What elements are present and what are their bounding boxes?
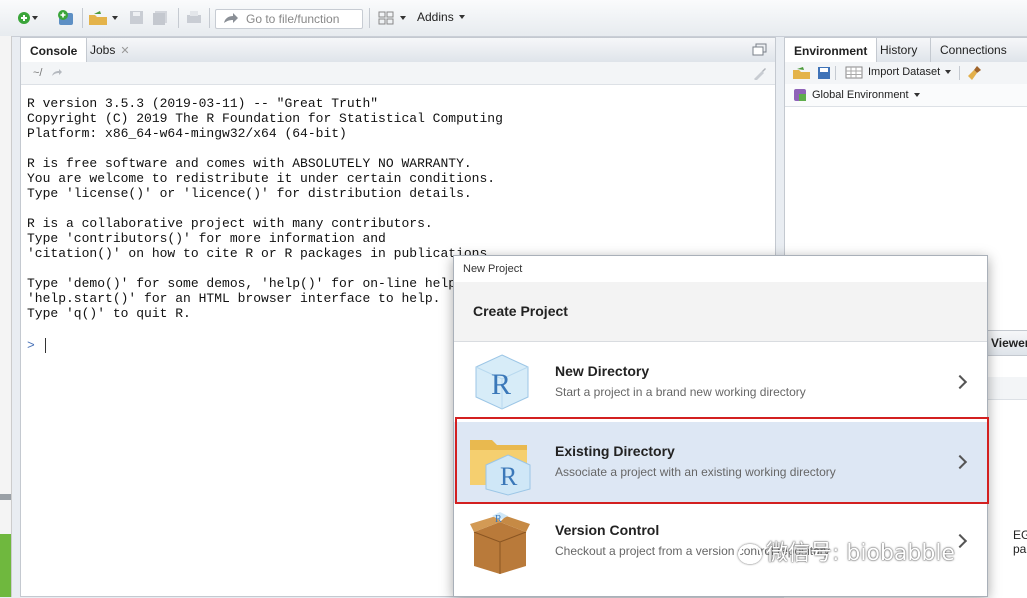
console-prompt: >: [27, 338, 35, 353]
console-output[interactable]: R version 3.5.3 (2019-03-11) -- "Great T…: [27, 96, 503, 321]
tab-jobs[interactable]: Jobs ✕: [81, 38, 139, 62]
console-line: Platform: x86_64-w64-mingw32/x64 (64-bit…: [27, 126, 347, 141]
toolbar-separator: [959, 66, 960, 80]
toolbar-separator: [209, 8, 210, 28]
tab-console[interactable]: Console: [21, 38, 88, 63]
toolbar-separator: [178, 8, 179, 28]
broom-icon[interactable]: [967, 65, 983, 81]
watermark: 微信号: biobabble: [738, 535, 955, 567]
go-to-directory-icon[interactable]: [51, 67, 63, 79]
option-new-directory[interactable]: R New Directory Start a project in a bra…: [454, 342, 987, 423]
console-line: R is a collaborative project with many c…: [27, 216, 433, 231]
chevron-right-icon: [952, 533, 968, 549]
env-toolbar: Import Dataset: [785, 62, 1027, 85]
tab-environment-label: Environment: [794, 43, 868, 58]
dialog-title: New Project: [463, 263, 523, 275]
import-dataset-label: Import Dataset: [868, 66, 941, 78]
file-name-partial: EGG pa: [1013, 528, 1027, 556]
left-gutter: [0, 36, 12, 597]
env-scope-bar: Global Environment: [785, 84, 1027, 107]
dialog-header: Create Project: [454, 282, 987, 342]
option-title: Version Control: [555, 522, 660, 538]
gutter-marker: [0, 494, 11, 500]
toolbar-separator: [369, 8, 370, 28]
go-to-placeholder: Go to file/function: [246, 12, 340, 26]
open-folder-icon: [89, 11, 118, 25]
clear-console-icon[interactable]: [752, 66, 768, 80]
tab-jobs-label: Jobs: [90, 43, 116, 57]
text-cursor: [45, 338, 46, 353]
wechat-icon: [738, 544, 762, 564]
close-icon[interactable]: ✕: [120, 44, 129, 57]
save-icon: [130, 11, 143, 24]
tab-connections[interactable]: Connections: [930, 38, 1016, 62]
main-toolbar: Go to file/function Addins: [0, 0, 1027, 37]
console-line: Type 'contributors()' for more informati…: [27, 231, 386, 246]
addins-menu[interactable]: Addins: [417, 10, 465, 24]
print-button[interactable]: [185, 9, 203, 27]
pane-layout-button[interactable]: [378, 9, 408, 27]
r-cube-icon: R: [475, 354, 529, 410]
chevron-right-icon: [952, 374, 968, 390]
addins-label: Addins: [417, 10, 454, 24]
save-button[interactable]: [129, 9, 145, 27]
r-environment-icon: [794, 89, 806, 101]
console-tabbar: Console Jobs ✕: [21, 38, 775, 63]
new-file-icon: [18, 12, 38, 24]
highlight-box: [455, 417, 989, 504]
svg-text:R: R: [495, 514, 502, 525]
console-line: Type 'demo()' for some demos, 'help()' f…: [27, 276, 488, 291]
table-icon: [845, 66, 863, 79]
tab-environment[interactable]: Environment: [785, 38, 878, 63]
external-window-fragment: [0, 534, 11, 597]
tab-connections-label: Connections: [940, 43, 1007, 57]
toolbar-separator: [82, 8, 83, 28]
save-workspace-icon[interactable]: [817, 66, 831, 80]
grid-icon: [378, 11, 406, 25]
console-line: R is free software and comes with ABSOLU…: [27, 156, 472, 171]
new-project-button[interactable]: [57, 9, 77, 27]
console-line: R version 3.5.3 (2019-03-11) -- "Great T…: [27, 96, 379, 111]
console-line: Copyright (C) 2019 The R Foundation for …: [27, 111, 503, 126]
global-environment-label: Global Environment: [812, 89, 909, 101]
console-line: Type 'q()' to quit R.: [27, 306, 191, 321]
tab-history-label: History: [880, 43, 918, 57]
option-title: New Directory: [555, 363, 650, 379]
console-line: You are welcome to redistribute it under…: [27, 171, 496, 186]
import-dataset-button[interactable]: Import Dataset: [845, 65, 952, 79]
dialog-heading: Create Project: [473, 303, 568, 319]
option-description: Start a project in a brand new working d…: [555, 385, 806, 399]
new-project-icon: [58, 10, 73, 25]
load-workspace-icon[interactable]: [792, 66, 812, 80]
console-line: 'citation()' on how to cite R or R packa…: [27, 246, 496, 261]
chevron-down-icon: [913, 93, 920, 97]
chevron-down-icon: [458, 15, 465, 19]
save-all-icon: [153, 11, 167, 25]
print-icon: [187, 11, 201, 23]
save-all-button[interactable]: [152, 9, 170, 27]
toolbar-separator: [835, 66, 836, 80]
tab-history[interactable]: History: [871, 38, 926, 62]
box-icon: R: [470, 512, 530, 574]
console-line: 'help.start()' for an HTML browser inter…: [27, 291, 441, 306]
svg-text:R: R: [491, 368, 511, 401]
go-to-file-input[interactable]: Go to file/function: [215, 9, 363, 29]
env-tabbar: Environment History Connections: [785, 38, 1027, 63]
new-file-button[interactable]: [17, 9, 39, 27]
watermark-text: 微信号: biobabble: [766, 541, 955, 566]
maximize-pane-icon[interactable]: [752, 43, 768, 57]
open-file-button[interactable]: [88, 9, 120, 27]
go-to-arrow-icon: [224, 13, 238, 23]
tab-viewer[interactable]: Viewer: [991, 336, 1027, 350]
dialog-titlebar: New Project: [454, 256, 987, 283]
console-path-bar: ~/: [21, 62, 775, 85]
working-directory[interactable]: ~/: [33, 67, 42, 79]
global-environment-select[interactable]: Global Environment: [793, 88, 920, 102]
chevron-down-icon: [945, 70, 952, 74]
tab-console-label: Console: [30, 43, 78, 58]
console-line: Type 'license()' or 'licence()' for dist…: [27, 186, 472, 201]
